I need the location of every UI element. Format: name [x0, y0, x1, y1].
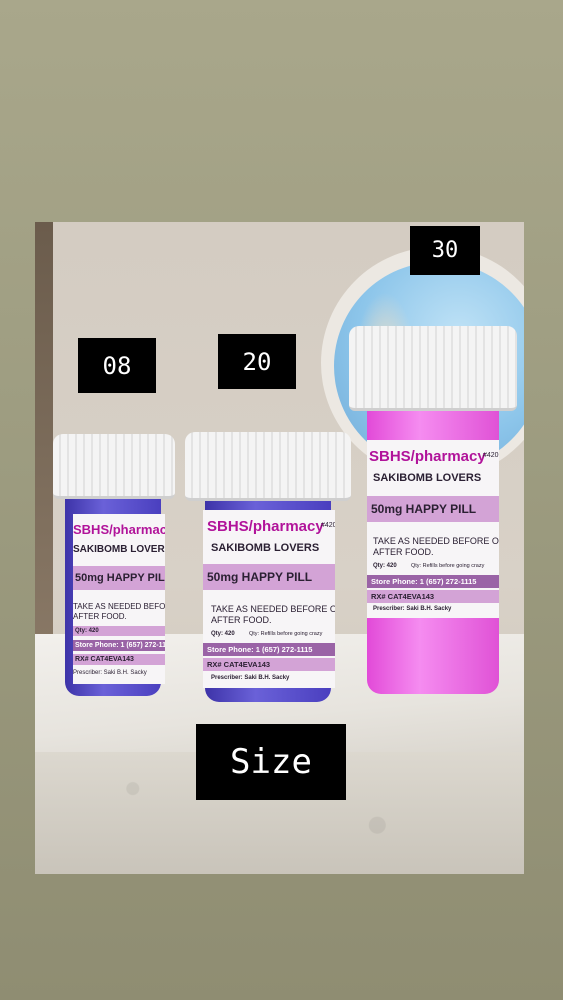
label-drug: 50mg HAPPY PILL: [73, 566, 165, 590]
label-qty: Qty: 420: [373, 563, 397, 569]
label-drug: 50mg HAPPY PILL: [203, 564, 335, 590]
label-store-number: #420: [483, 452, 499, 459]
label-directions-1: TAKE AS NEEDED BEFORE OR: [373, 536, 499, 546]
label-qty: Qty: 420: [73, 626, 165, 636]
label-phone: Store Phone: 1 (657) 272-1115: [367, 575, 499, 588]
label-pharmacy: SBHS/pharmacy: [369, 448, 486, 465]
label-refills: Qty: Refills before going crazy: [411, 563, 485, 569]
label-pharmacy: SBHS/pharmacy: [207, 518, 324, 535]
small-bottle: SBHS/pharmacy SAKIBOMB LOVERS 50mg HAPPY…: [53, 434, 175, 696]
label-rx: RX# CAT4EVA143: [73, 654, 165, 665]
label-phone: Store Phone: 1 (657) 272-1115: [203, 643, 335, 656]
label-store-number: #420: [321, 522, 335, 529]
label-pharmacy: SBHS/pharmacy: [73, 522, 165, 537]
label-drug: 50mg HAPPY PILL: [367, 496, 499, 522]
medium-bottle: SBHS/pharmacy #420 SAKIBOMB LOVERS 50mg …: [185, 432, 351, 702]
size-tag-medium: 20: [218, 334, 296, 389]
label-patient: SAKIBOMB LOVERS: [211, 542, 320, 554]
large-bottle: SBHS/pharmacy #420 SAKIBOMB LOVERS 50mg …: [349, 326, 517, 694]
label-patient: SAKIBOMB LOVERS: [73, 544, 165, 555]
size-caption: Size: [196, 724, 346, 800]
label-prescriber: Prescriber: Saki B.H. Sacky: [373, 606, 452, 612]
label-directions-1: TAKE AS NEEDED BEFORE OR: [73, 602, 165, 611]
label-prescriber: Prescriber: Saki B.H. Sacky: [73, 670, 147, 676]
size-tag-large: 30: [410, 226, 480, 275]
label-rx: RX# CAT4EVA143: [203, 658, 335, 671]
medium-bottle-label: SBHS/pharmacy #420 SAKIBOMB LOVERS 50mg …: [203, 510, 335, 688]
label-directions-2: AFTER FOOD.: [373, 547, 434, 557]
label-qty: Qty: 420: [211, 631, 235, 637]
size-tag-small: 08: [78, 338, 156, 393]
label-directions-2: AFTER FOOD.: [73, 612, 127, 621]
small-bottle-label: SBHS/pharmacy SAKIBOMB LOVERS 50mg HAPPY…: [73, 514, 165, 684]
label-directions-1: TAKE AS NEEDED BEFORE OR: [211, 604, 335, 614]
label-prescriber: Prescriber: Saki B.H. Sacky: [211, 675, 290, 681]
label-rx: RX# CAT4EVA143: [367, 590, 499, 603]
large-bottle-label: SBHS/pharmacy #420 SAKIBOMB LOVERS 50mg …: [367, 440, 499, 618]
label-phone: Store Phone: 1 (657) 272-1115: [73, 640, 165, 651]
label-patient: SAKIBOMB LOVERS: [373, 472, 482, 484]
label-directions-2: AFTER FOOD.: [211, 615, 272, 625]
label-refills: Qty: Refills before going crazy: [249, 631, 323, 637]
